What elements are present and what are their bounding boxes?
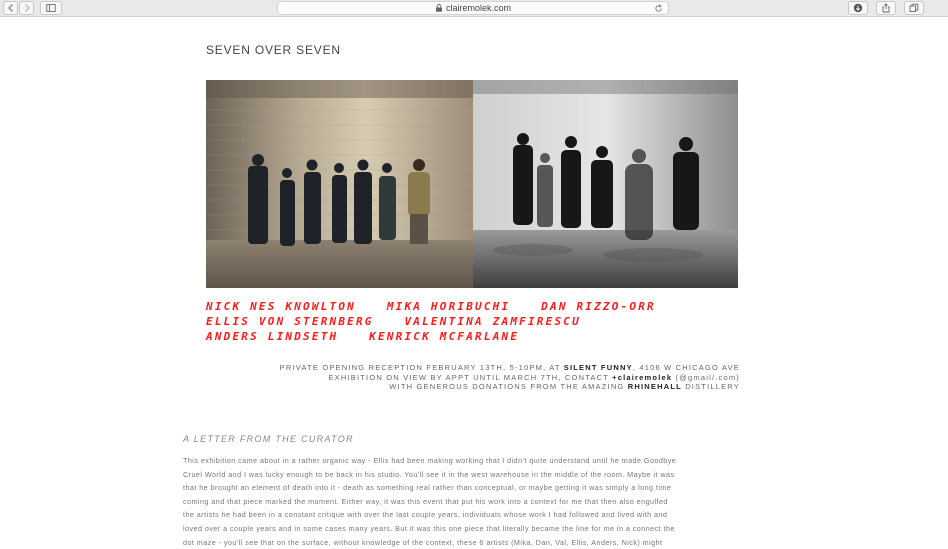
chevron-right-icon bbox=[24, 4, 30, 12]
contact-handle[interactable]: +clairemolek bbox=[612, 373, 672, 382]
artist-row: NICK NES KNOWLTON MIKA HORIBUCHI DAN RIZ… bbox=[206, 299, 678, 314]
letter-line: Cruel World and I was lucky enough to be… bbox=[183, 469, 675, 479]
artist-name: ANDERS LINDSETH bbox=[206, 330, 339, 343]
tabs-overview-icon bbox=[909, 3, 919, 12]
letter-line: loved over a couple years and in some ca… bbox=[183, 523, 675, 533]
viewing-line: EXHIBITION ON VIEW BY APPT UNTIL MARCH 7… bbox=[328, 372, 740, 382]
share-icon bbox=[882, 3, 890, 13]
page-title: SEVEN OVER SEVEN bbox=[206, 43, 341, 57]
artist-row: ANDERS LINDSETH KENRICK MCFARLANE bbox=[206, 329, 678, 344]
downloads-button[interactable] bbox=[848, 1, 868, 15]
share-button[interactable] bbox=[876, 1, 896, 15]
letter-heading: A LETTER FROM THE CURATOR bbox=[183, 434, 354, 444]
artist-name: MIKA HORIBUCHI bbox=[386, 300, 511, 313]
chevron-left-icon bbox=[7, 4, 13, 12]
venue-name: SILENT FUNNY bbox=[563, 363, 633, 372]
artist-name: ELLIS VON STERNBERG bbox=[206, 315, 374, 328]
tabs-button[interactable] bbox=[904, 1, 924, 15]
letter-line: This exhibition came about in a rather o… bbox=[183, 456, 677, 465]
group-photo-bw bbox=[473, 80, 738, 288]
donations-line: WITH GENEROUS DONATIONS FROM THE AMAZING… bbox=[389, 382, 740, 391]
back-button[interactable] bbox=[3, 1, 18, 15]
sidebar-icon bbox=[46, 4, 56, 12]
url-text: clairemolek.com bbox=[445, 3, 512, 13]
web-page: SEVEN OVER SEVEN NICK NES KNOWLTON MIKA … bbox=[0, 18, 948, 547]
group-photo-color bbox=[206, 80, 473, 288]
letter-line: coming and that piece marked the moment.… bbox=[183, 496, 668, 506]
letter-line: the artists he had been in a constant cr… bbox=[183, 510, 668, 520]
artist-name: DAN RIZZO-ORR bbox=[541, 300, 656, 313]
artist-name: NICK NES KNOWLTON bbox=[206, 300, 356, 313]
forward-button[interactable] bbox=[19, 1, 34, 15]
reception-line: PRIVATE OPENING RECEPTION FEBRUARY 13TH,… bbox=[279, 363, 740, 372]
browser-toolbar: clairemolek.com bbox=[0, 0, 948, 17]
exhibition-info: PRIVATE OPENING RECEPTION FEBRUARY 13TH,… bbox=[280, 363, 740, 392]
sponsor-name: RHINEHALL bbox=[627, 382, 682, 391]
artist-name: VALENTINA ZAMFIRESCU bbox=[404, 315, 581, 328]
letter-line: dot maze - you'll see that on the surfac… bbox=[183, 537, 663, 547]
letter-line: that he brought an element of death into… bbox=[183, 483, 672, 493]
lock-icon bbox=[435, 4, 442, 12]
address-bar[interactable]: clairemolek.com bbox=[277, 1, 669, 15]
artist-name: KENRICK MCFARLANE bbox=[369, 330, 520, 343]
reload-icon[interactable] bbox=[654, 4, 663, 13]
artist-list: NICK NES KNOWLTON MIKA HORIBUCHI DAN RIZ… bbox=[206, 299, 678, 344]
sidebar-button[interactable] bbox=[40, 1, 62, 15]
download-icon bbox=[853, 3, 863, 13]
artist-row: ELLIS VON STERNBERG VALENTINA ZAMFIRESCU bbox=[206, 314, 678, 329]
